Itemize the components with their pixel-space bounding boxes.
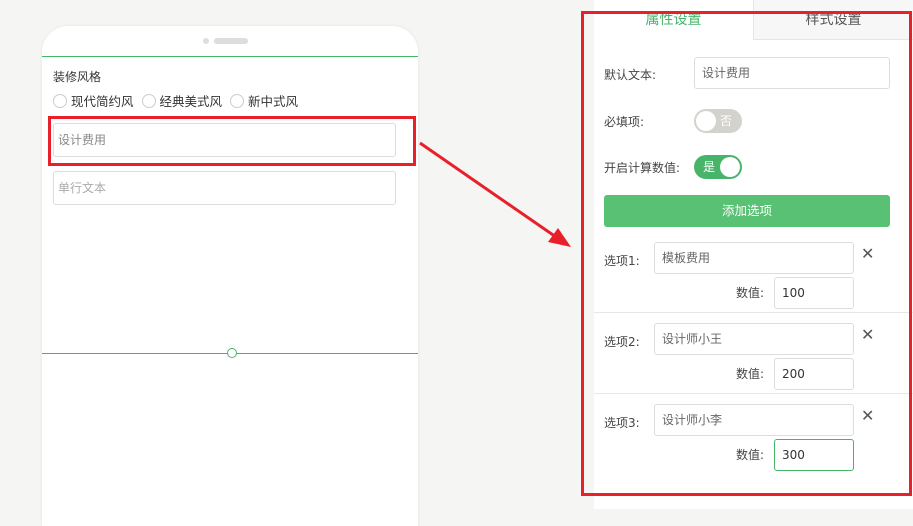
panel-highlight <box>581 11 912 496</box>
